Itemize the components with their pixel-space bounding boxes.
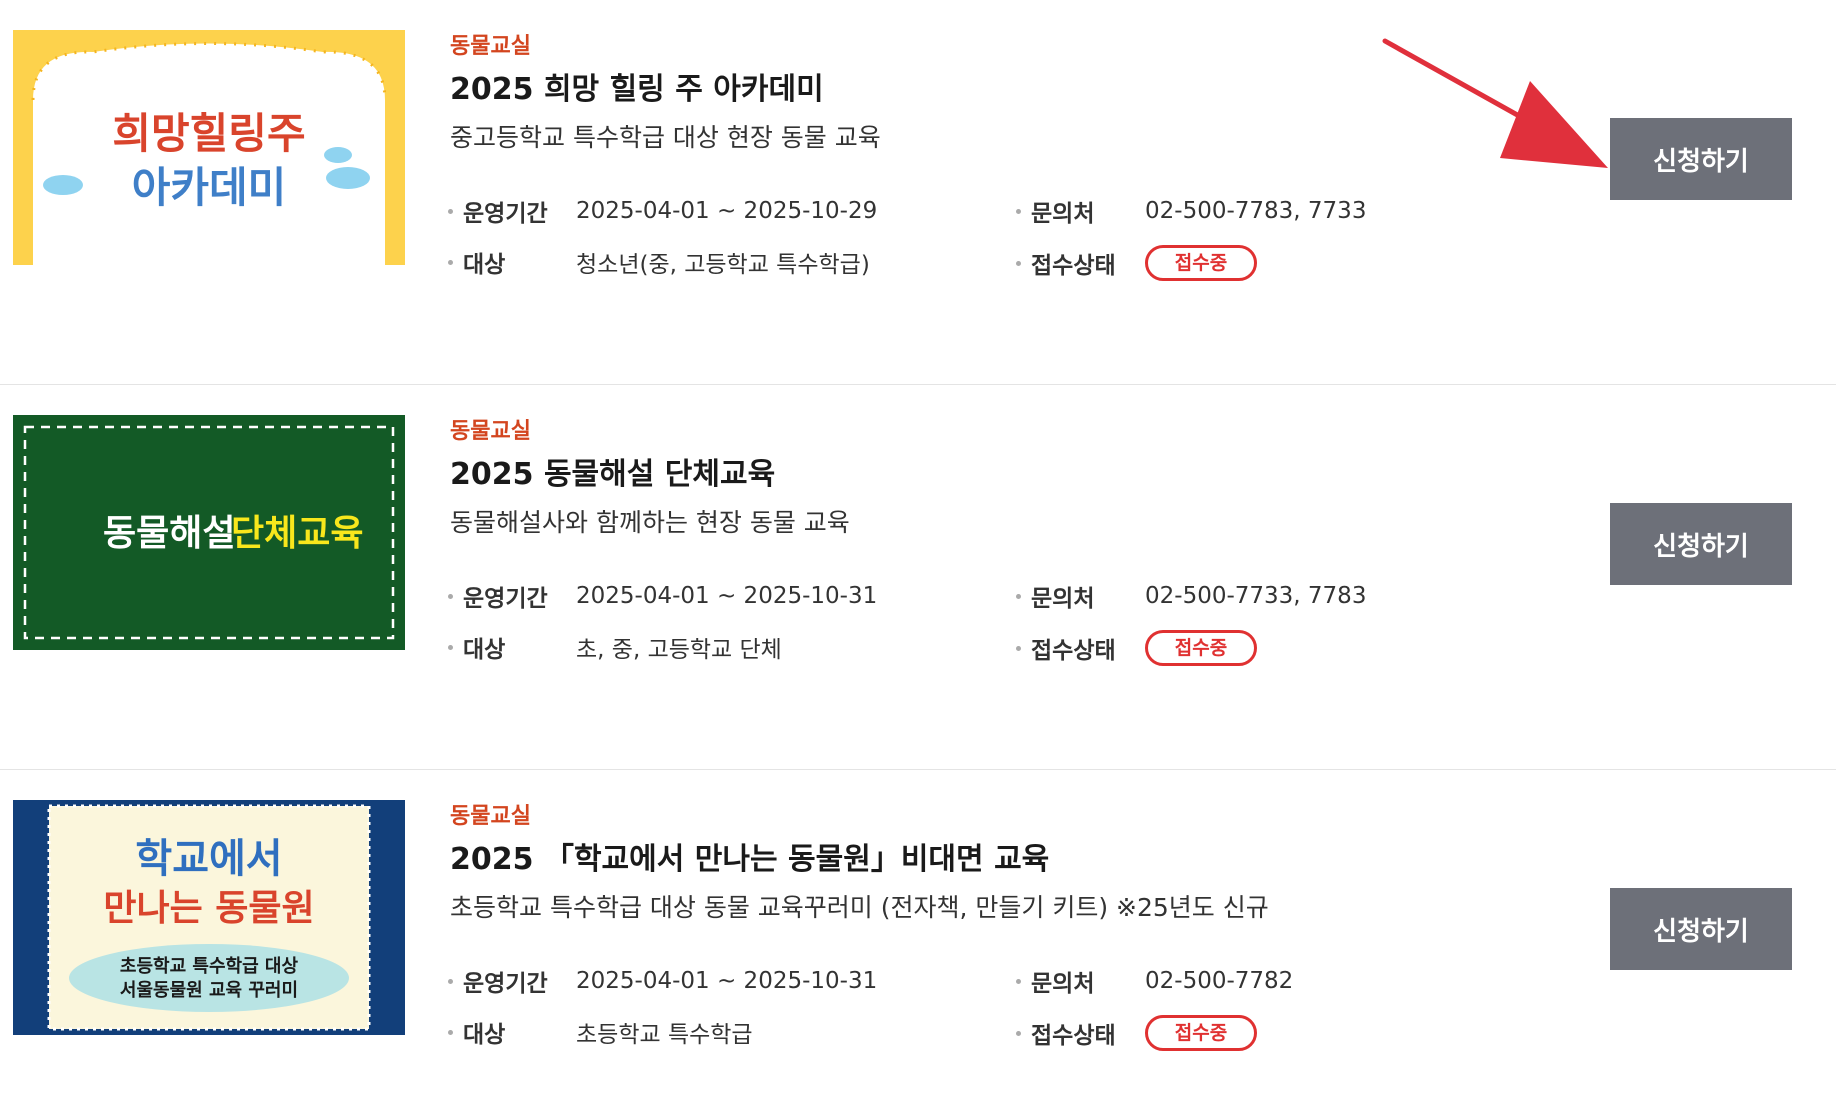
contact-row: 문의처 02-500-7783, 7733 bbox=[1016, 194, 1366, 228]
thumbnail-image: 희망힐링주 아카데미 bbox=[13, 30, 405, 265]
target-value: 청소년(중, 고등학교 특수학급) bbox=[576, 252, 870, 278]
program-item: 학교에서 만나는 동물원 초등학교 특수학급 대상 서울동물원 교육 꾸러미 동… bbox=[0, 770, 1836, 1110]
target-row: 대상 초, 중, 고등학교 단체 bbox=[448, 630, 782, 664]
status-badge: 접수중 bbox=[1145, 245, 1257, 281]
program-thumbnail[interactable]: 동물해설 단체교육 bbox=[13, 415, 405, 650]
thumbnail-image: 학교에서 만나는 동물원 초등학교 특수학급 대상 서울동물원 교육 꾸러미 bbox=[13, 800, 405, 1035]
bullet-icon bbox=[448, 593, 453, 599]
target-label: 대상 bbox=[463, 252, 506, 278]
bullet-icon bbox=[448, 1029, 453, 1035]
target-value: 초등학교 특수학급 bbox=[576, 1022, 753, 1048]
contact-row: 문의처 02-500-7733, 7783 bbox=[1016, 579, 1366, 613]
program-list: 희망힐링주 아카데미 동물교실 2025 희망 힐링 주 아카데미 중고등학교 … bbox=[0, 0, 1836, 1110]
thumb-text: 학교에서 bbox=[135, 836, 282, 882]
contact-label: 문의처 bbox=[1031, 201, 1095, 227]
contact-value: 02-500-7782 bbox=[1145, 968, 1294, 994]
program-title[interactable]: 2025 동물해설 단체교육 bbox=[450, 449, 775, 493]
status-row: 접수상태 접수중 bbox=[1016, 630, 1257, 666]
program-description: 초등학교 특수학급 대상 동물 교육꾸러미 (전자책, 만들기 키트) ※25년… bbox=[450, 893, 1269, 922]
bullet-icon bbox=[1016, 645, 1021, 651]
program-description: 동물해설사와 함께하는 현장 동물 교육 bbox=[450, 508, 850, 537]
bullet-icon bbox=[448, 208, 453, 214]
target-row: 대상 청소년(중, 고등학교 특수학급) bbox=[448, 245, 870, 279]
thumb-text: 만나는 동물원 bbox=[103, 888, 314, 929]
bullet-icon bbox=[1016, 1030, 1021, 1036]
contact-row: 문의처 02-500-7782 bbox=[1016, 964, 1293, 998]
bullet-icon bbox=[448, 978, 453, 984]
bullet-icon bbox=[448, 259, 453, 265]
thumb-text: 희망힐링주 bbox=[112, 109, 305, 158]
status-row: 접수상태 접수중 bbox=[1016, 1015, 1257, 1051]
contact-value: 02-500-7783, 7733 bbox=[1145, 198, 1367, 224]
period-value: 2025-04-01 ~ 2025-10-29 bbox=[576, 198, 878, 224]
thumb-text: 초등학교 특수학급 대상 bbox=[120, 955, 299, 977]
contact-label: 문의처 bbox=[1031, 971, 1095, 997]
bullet-icon bbox=[1016, 260, 1021, 266]
program-thumbnail[interactable]: 희망힐링주 아카데미 bbox=[13, 30, 405, 265]
target-label: 대상 bbox=[463, 637, 506, 663]
period-row: 운영기간 2025-04-01 ~ 2025-10-29 bbox=[448, 194, 877, 228]
period-label: 운영기간 bbox=[463, 586, 548, 612]
thumb-text: 단체교육 bbox=[231, 513, 363, 554]
apply-button[interactable]: 신청하기 bbox=[1610, 118, 1792, 200]
program-title[interactable]: 2025 「학교에서 만나는 동물원」비대면 교육 bbox=[450, 834, 1049, 878]
thumbnail-image: 동물해설 단체교육 bbox=[13, 415, 405, 650]
apply-button[interactable]: 신청하기 bbox=[1610, 503, 1792, 585]
status-row: 접수상태 접수중 bbox=[1016, 245, 1257, 281]
contact-value: 02-500-7733, 7783 bbox=[1145, 583, 1367, 609]
bullet-icon bbox=[1016, 593, 1021, 599]
period-label: 운영기간 bbox=[463, 971, 548, 997]
bullet-icon bbox=[1016, 208, 1021, 214]
contact-label: 문의처 bbox=[1031, 586, 1095, 612]
period-value: 2025-04-01 ~ 2025-10-31 bbox=[576, 968, 878, 994]
period-label: 운영기간 bbox=[463, 201, 548, 227]
program-item: 희망힐링주 아카데미 동물교실 2025 희망 힐링 주 아카데미 중고등학교 … bbox=[0, 0, 1836, 385]
program-category: 동물교실 bbox=[450, 34, 531, 59]
program-item: 동물해설 단체교육 동물교실 2025 동물해설 단체교육 동물해설사와 함께하… bbox=[0, 385, 1836, 770]
program-thumbnail[interactable]: 학교에서 만나는 동물원 초등학교 특수학급 대상 서울동물원 교육 꾸러미 bbox=[13, 800, 405, 1035]
status-label: 접수상태 bbox=[1031, 1023, 1116, 1049]
bullet-icon bbox=[448, 644, 453, 650]
program-title[interactable]: 2025 희망 힐링 주 아카데미 bbox=[450, 64, 824, 108]
status-badge: 접수중 bbox=[1145, 630, 1257, 666]
target-value: 초, 중, 고등학교 단체 bbox=[576, 637, 782, 663]
program-category: 동물교실 bbox=[450, 804, 531, 829]
target-label: 대상 bbox=[463, 1022, 506, 1048]
thumb-text: 아카데미 bbox=[132, 163, 287, 212]
target-row: 대상 초등학교 특수학급 bbox=[448, 1015, 753, 1049]
apply-button[interactable]: 신청하기 bbox=[1610, 888, 1792, 970]
status-label: 접수상태 bbox=[1031, 253, 1116, 279]
period-row: 운영기간 2025-04-01 ~ 2025-10-31 bbox=[448, 579, 877, 613]
period-value: 2025-04-01 ~ 2025-10-31 bbox=[576, 583, 878, 609]
thumb-text: 서울동물원 교육 꾸러미 bbox=[120, 980, 298, 1001]
bullet-icon bbox=[1016, 978, 1021, 984]
status-label: 접수상태 bbox=[1031, 638, 1116, 664]
program-description: 중고등학교 특수학급 대상 현장 동물 교육 bbox=[450, 123, 881, 152]
status-badge: 접수중 bbox=[1145, 1015, 1257, 1051]
thumb-text: 동물해설 bbox=[103, 513, 235, 554]
program-category: 동물교실 bbox=[450, 419, 531, 444]
red-arrow-icon bbox=[1382, 38, 1608, 168]
period-row: 운영기간 2025-04-01 ~ 2025-10-31 bbox=[448, 964, 877, 998]
